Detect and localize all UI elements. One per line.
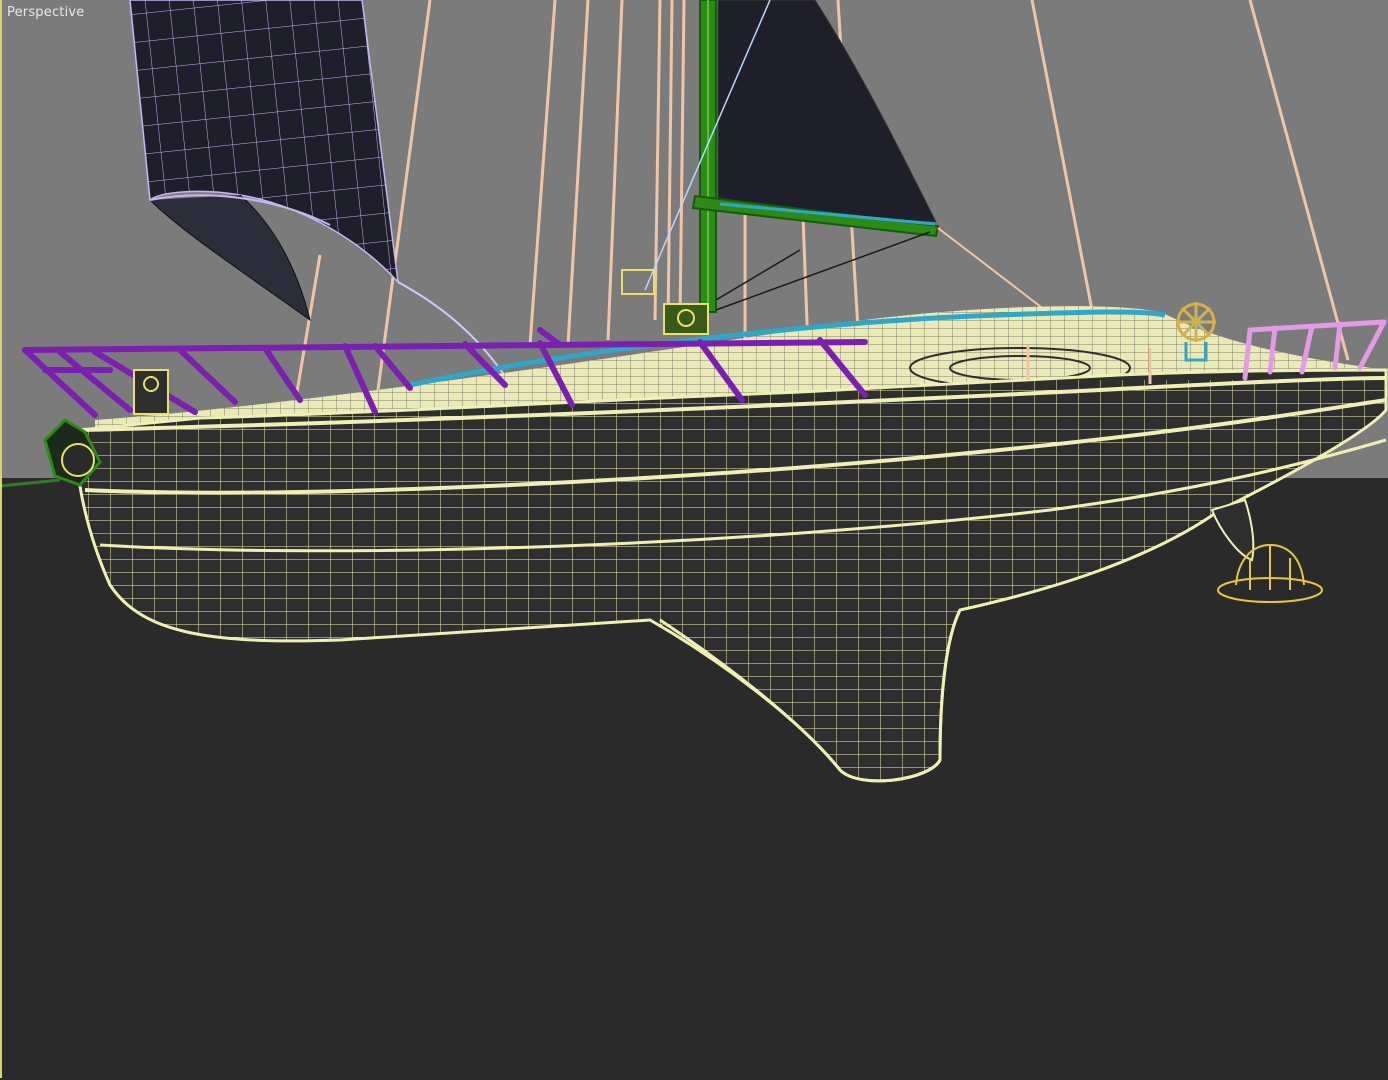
perspective-viewport[interactable]: Perspective [0,0,1388,1080]
viewport-label[interactable]: Perspective [7,5,85,20]
scene-canvas[interactable] [0,0,1388,1080]
